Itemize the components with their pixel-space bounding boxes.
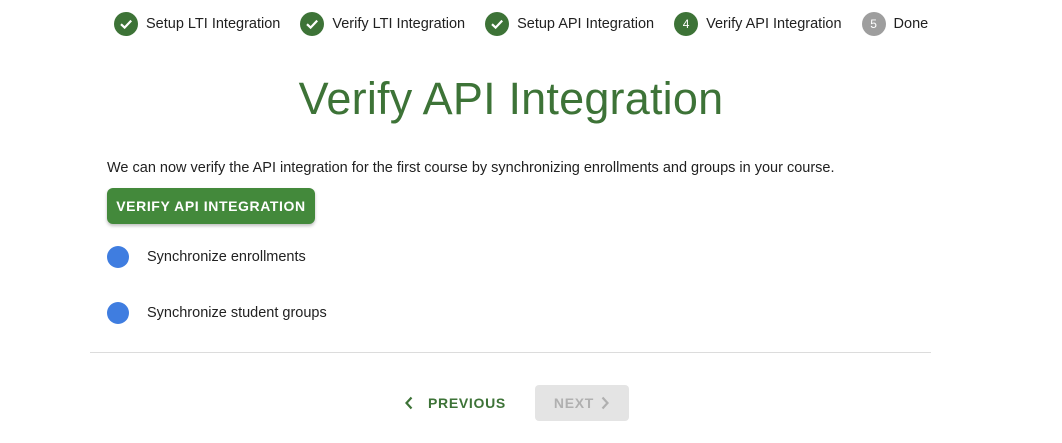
task-synchronize-student-groups: Synchronize student groups: [107, 302, 327, 324]
divider: [90, 352, 931, 353]
next-label: NEXT: [553, 395, 595, 411]
step-verify-lti: Verify LTI Integration: [300, 11, 465, 37]
check-circle-icon: [485, 12, 510, 36]
task-label: Synchronize enrollments: [147, 249, 306, 265]
page-description: We can now verify the API integration fo…: [107, 160, 835, 176]
stepper: Setup LTI Integration Verify LTI Integra…: [114, 11, 928, 37]
step-number-icon: 5: [861, 12, 886, 36]
check-circle-icon: [300, 12, 325, 36]
step-setup-lti: Setup LTI Integration: [114, 11, 280, 37]
check-circle-icon: [114, 12, 138, 36]
step-label: Done: [893, 16, 929, 32]
pending-dot-icon: [107, 302, 129, 324]
step-number-icon: 4: [674, 12, 699, 36]
task-label: Synchronize student groups: [147, 305, 327, 321]
step-label: Setup LTI Integration: [146, 16, 281, 32]
page-title: Verify API Integration: [298, 73, 724, 124]
task-synchronize-enrollments: Synchronize enrollments: [107, 246, 306, 268]
chevron-left-icon: [404, 396, 414, 410]
step-label: Setup API Integration: [517, 16, 655, 32]
verify-api-integration-button[interactable]: VERIFY API INTEGRATION: [107, 188, 315, 224]
previous-label: PREVIOUS: [428, 395, 506, 411]
next-button[interactable]: NEXT: [535, 385, 629, 421]
step-done: 5 Done: [861, 11, 929, 37]
step-setup-api: Setup API Integration: [485, 11, 654, 37]
step-label: Verify API Integration: [706, 16, 842, 32]
pending-dot-icon: [107, 246, 129, 268]
step-label: Verify LTI Integration: [332, 16, 466, 32]
chevron-right-icon: [600, 396, 610, 410]
step-verify-api: 4 Verify API Integration: [674, 11, 842, 37]
previous-button[interactable]: PREVIOUS: [404, 387, 506, 419]
